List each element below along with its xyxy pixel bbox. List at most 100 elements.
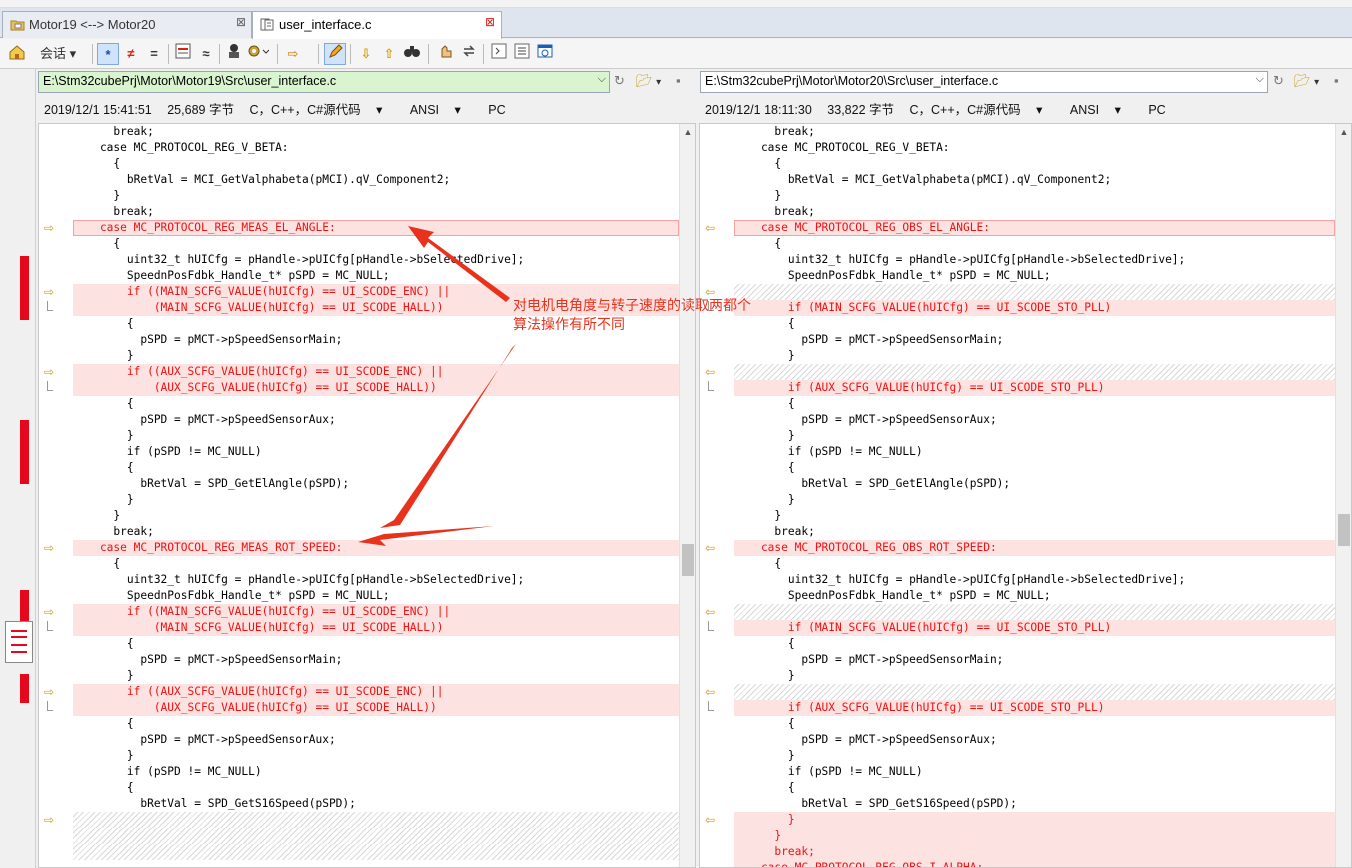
copy-button[interactable] — [435, 43, 457, 65]
code-line[interactable]: } — [734, 428, 1335, 444]
next-diff-button[interactable]: ⇧ — [378, 43, 400, 65]
copy-left-arrow-icon[interactable]: ⇦ — [705, 606, 719, 618]
code-line[interactable]: uint32_t hUICfg = pHandle->pUICfg[pHandl… — [734, 572, 1335, 588]
code-line[interactable]: pSPD = pMCT->pSpeedSensorAux; — [73, 732, 679, 748]
right-code-pane[interactable]: ⇦ ⇦ ⇦ ⇦ ⇦ ⇦ ⇦ break; case MC_PROTOCOL_REG_V_BE… — [699, 123, 1352, 868]
code-line[interactable]: if (pSPD != MC_NULL) — [73, 444, 679, 460]
code-line[interactable]: case MC_PROTOCOL_REG_V_BETA: — [734, 140, 1335, 156]
show-all-button[interactable]: * — [97, 43, 119, 65]
code-line[interactable]: { — [73, 636, 679, 652]
format-button[interactable] — [247, 43, 270, 65]
session-menu[interactable]: 会话 ▾ — [30, 43, 88, 65]
diff-code-line[interactable]: case MC_PROTOCOL_REG_MEAS_ROT_SPEED: — [73, 540, 679, 556]
diff-code-line[interactable]: } — [734, 812, 1335, 828]
code-line[interactable]: } — [73, 668, 679, 684]
code-line[interactable]: } — [734, 188, 1335, 204]
right-code-area[interactable]: break; case MC_PROTOCOL_REG_V_BETA: { bR… — [734, 124, 1335, 867]
code-line[interactable]: { — [734, 460, 1335, 476]
code-line[interactable]: { — [734, 316, 1335, 332]
code-line[interactable]: } — [734, 492, 1335, 508]
code-line[interactable]: { — [73, 716, 679, 732]
chevron-down-icon[interactable]: ⌵ — [598, 73, 606, 86]
left-path-field[interactable]: E:\Stm32cubePrj\Motor\Motor19\Src\user_i… — [38, 71, 610, 93]
code-line[interactable]: pSPD = pMCT->pSpeedSensorAux; — [73, 412, 679, 428]
copy-right-arrow-icon[interactable]: ⇨ — [44, 286, 58, 298]
code-line[interactable]: { — [73, 780, 679, 796]
diff-code-line[interactable]: (AUX_SCFG_VALUE(hUICfg) == UI_SCODE_HALL… — [73, 700, 679, 716]
copy-left-arrow-icon[interactable]: ⇦ — [705, 686, 719, 698]
right-path-field[interactable]: E:\Stm32cubePrj\Motor\Motor20\Src\user_i… — [700, 71, 1268, 93]
code-line[interactable]: pSPD = pMCT->pSpeedSensorMain; — [734, 332, 1335, 348]
diff-code-line[interactable]: if ((AUX_SCFG_VALUE(hUICfg) == UI_SCODE_… — [73, 364, 679, 380]
copy-left-arrow-icon[interactable]: ⇦ — [705, 542, 719, 554]
code-line[interactable]: } — [734, 748, 1335, 764]
overview-diff-marker[interactable] — [20, 256, 29, 320]
overview-diff-marker[interactable] — [20, 420, 29, 484]
overview-viewport-thumb[interactable] — [5, 621, 33, 663]
code-line[interactable]: break; — [734, 524, 1335, 540]
right-save-button[interactable]: ▪ — [1334, 73, 1339, 88]
tab-folder-session[interactable]: Motor19 <--> Motor20 ⊠ — [2, 11, 252, 38]
copy-right-arrow-icon[interactable]: ⇨ — [44, 814, 58, 826]
left-vertical-scrollbar[interactable]: ▲ — [679, 124, 695, 867]
missing-line-placeholder[interactable] — [734, 364, 1335, 380]
code-line[interactable]: bRetVal = MCI_GetValphabeta(pMCI).qV_Com… — [73, 172, 679, 188]
tab-close-button[interactable]: ⊠ — [485, 15, 495, 29]
code-line[interactable]: if (pSPD != MC_NULL) — [73, 764, 679, 780]
code-line[interactable]: } — [734, 348, 1335, 364]
diff-code-line[interactable]: case MC_PROTOCOL_REG_OBS_ROT_SPEED: — [734, 540, 1335, 556]
code-line[interactable]: bRetVal = SPD_GetElAngle(pSPD); — [73, 476, 679, 492]
code-line[interactable]: SpeednPosFdbk_Handle_t* pSPD = MC_NULL; — [73, 268, 679, 284]
code-line[interactable]: pSPD = pMCT->pSpeedSensorMain; — [73, 652, 679, 668]
code-line[interactable]: SpeednPosFdbk_Handle_t* pSPD = MC_NULL; — [734, 268, 1335, 284]
missing-line-placeholder[interactable] — [73, 828, 679, 844]
copy-right-arrow-icon[interactable]: ⇨ — [44, 222, 58, 234]
code-line[interactable]: uint32_t hUICfg = pHandle->pUICfg[pHandl… — [73, 572, 679, 588]
right-reload-button[interactable]: ↻ — [1273, 73, 1284, 89]
code-line[interactable]: } — [73, 508, 679, 524]
missing-line-placeholder[interactable] — [734, 604, 1335, 620]
left-gutter[interactable]: ⇨ ⇨ ⇨ ⇨ ⇨ ⇨ ⇨ — [39, 124, 73, 867]
code-line[interactable]: SpeednPosFdbk_Handle_t* pSPD = MC_NULL; — [734, 588, 1335, 604]
left-open-button[interactable]: 📂︎ ▾ — [636, 73, 661, 89]
code-line[interactable]: { — [73, 556, 679, 572]
right-file-type[interactable]: C，C++，C#源代码 ▾ — [910, 103, 1055, 117]
chevron-down-icon[interactable]: ⌵ — [1256, 73, 1264, 86]
expand-button[interactable] — [488, 43, 510, 65]
code-line[interactable]: { — [734, 396, 1335, 412]
code-line[interactable]: pSPD = pMCT->pSpeedSensorMain; — [734, 652, 1335, 668]
swap-button[interactable] — [458, 43, 480, 65]
overview-diff-marker[interactable] — [20, 674, 29, 703]
missing-line-placeholder[interactable] — [734, 684, 1335, 700]
code-line[interactable]: uint32_t hUICfg = pHandle->pUICfg[pHandl… — [73, 252, 679, 268]
code-line[interactable]: break; — [734, 204, 1335, 220]
diff-code-line[interactable]: case MC_PROTOCOL_REG_MEAS_EL_ANGLE: — [73, 220, 679, 236]
diff-code-line[interactable]: if (MAIN_SCFG_VALUE(hUICfg) == UI_SCODE_… — [734, 620, 1335, 636]
code-line[interactable]: { — [73, 396, 679, 412]
find-button[interactable] — [401, 43, 423, 65]
copy-left-arrow-icon[interactable]: ⇦ — [705, 814, 719, 826]
code-line[interactable]: bRetVal = MCI_GetValphabeta(pMCI).qV_Com… — [734, 172, 1335, 188]
diff-code-line[interactable]: if ((AUX_SCFG_VALUE(hUICfg) == UI_SCODE_… — [73, 684, 679, 700]
right-scroll-thumb[interactable] — [1338, 514, 1350, 546]
left-save-button[interactable]: ▪ — [676, 73, 681, 88]
scroll-up-icon[interactable]: ▲ — [1336, 124, 1351, 140]
diff-code-line[interactable]: } — [734, 828, 1335, 844]
code-line[interactable]: } — [73, 428, 679, 444]
diff-blocks-button[interactable] — [172, 43, 194, 65]
copy-right-arrow-icon[interactable]: ⇨ — [44, 542, 58, 554]
copy-left-arrow-icon[interactable]: ⇦ — [705, 366, 719, 378]
code-line[interactable]: bRetVal = SPD_GetElAngle(pSPD); — [734, 476, 1335, 492]
code-line[interactable]: { — [734, 716, 1335, 732]
copy-left-arrow-icon[interactable]: ⇦ — [705, 222, 719, 234]
right-encoding[interactable]: ANSI ▾ — [1070, 103, 1133, 117]
show-diffs-button[interactable]: ≠ — [120, 43, 142, 65]
left-reload-button[interactable]: ↻ — [614, 73, 625, 89]
diff-code-line[interactable]: (AUX_SCFG_VALUE(hUICfg) == UI_SCODE_HALL… — [73, 380, 679, 396]
code-line[interactable]: break; — [73, 124, 679, 140]
copy-right-arrow-icon[interactable]: ⇨ — [44, 686, 58, 698]
code-line[interactable]: } — [73, 188, 679, 204]
code-line[interactable]: } — [73, 492, 679, 508]
code-line[interactable]: { — [734, 236, 1335, 252]
right-open-button[interactable]: 📂︎ ▾ — [1294, 73, 1319, 89]
